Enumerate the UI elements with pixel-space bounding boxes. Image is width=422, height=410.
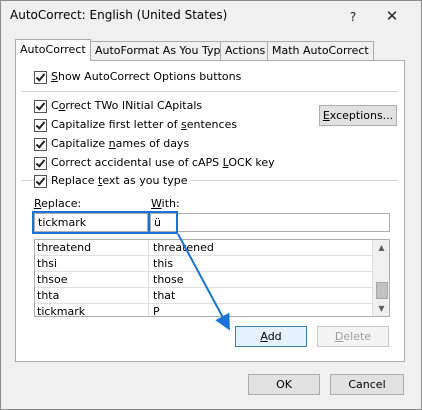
title-bar: AutoCorrect: English (United States) ? ✕ <box>1 1 421 31</box>
tab-autocorrect[interactable]: AutoCorrect <box>15 39 91 61</box>
autocorrect-dialog: AutoCorrect: English (United States) ? ✕… <box>0 0 422 410</box>
tab-autoformat-as-you-type[interactable]: AutoFormat As You Type <box>90 41 233 60</box>
tab-math-autocorrect[interactable]: Math AutoCorrect <box>267 41 374 60</box>
cancel-button[interactable]: Cancel <box>330 374 404 395</box>
window-title: AutoCorrect: English (United States) <box>10 8 228 22</box>
help-button[interactable]: ? <box>339 5 367 29</box>
close-icon[interactable]: ✕ <box>379 5 405 27</box>
annotation-arrow-icon <box>177 233 230 331</box>
tab-actions[interactable]: Actions <box>220 41 271 60</box>
autocorrect-panel: Show AutoCorrect Options buttons Correct… <box>15 60 405 362</box>
ok-button[interactable]: OK <box>248 374 320 395</box>
